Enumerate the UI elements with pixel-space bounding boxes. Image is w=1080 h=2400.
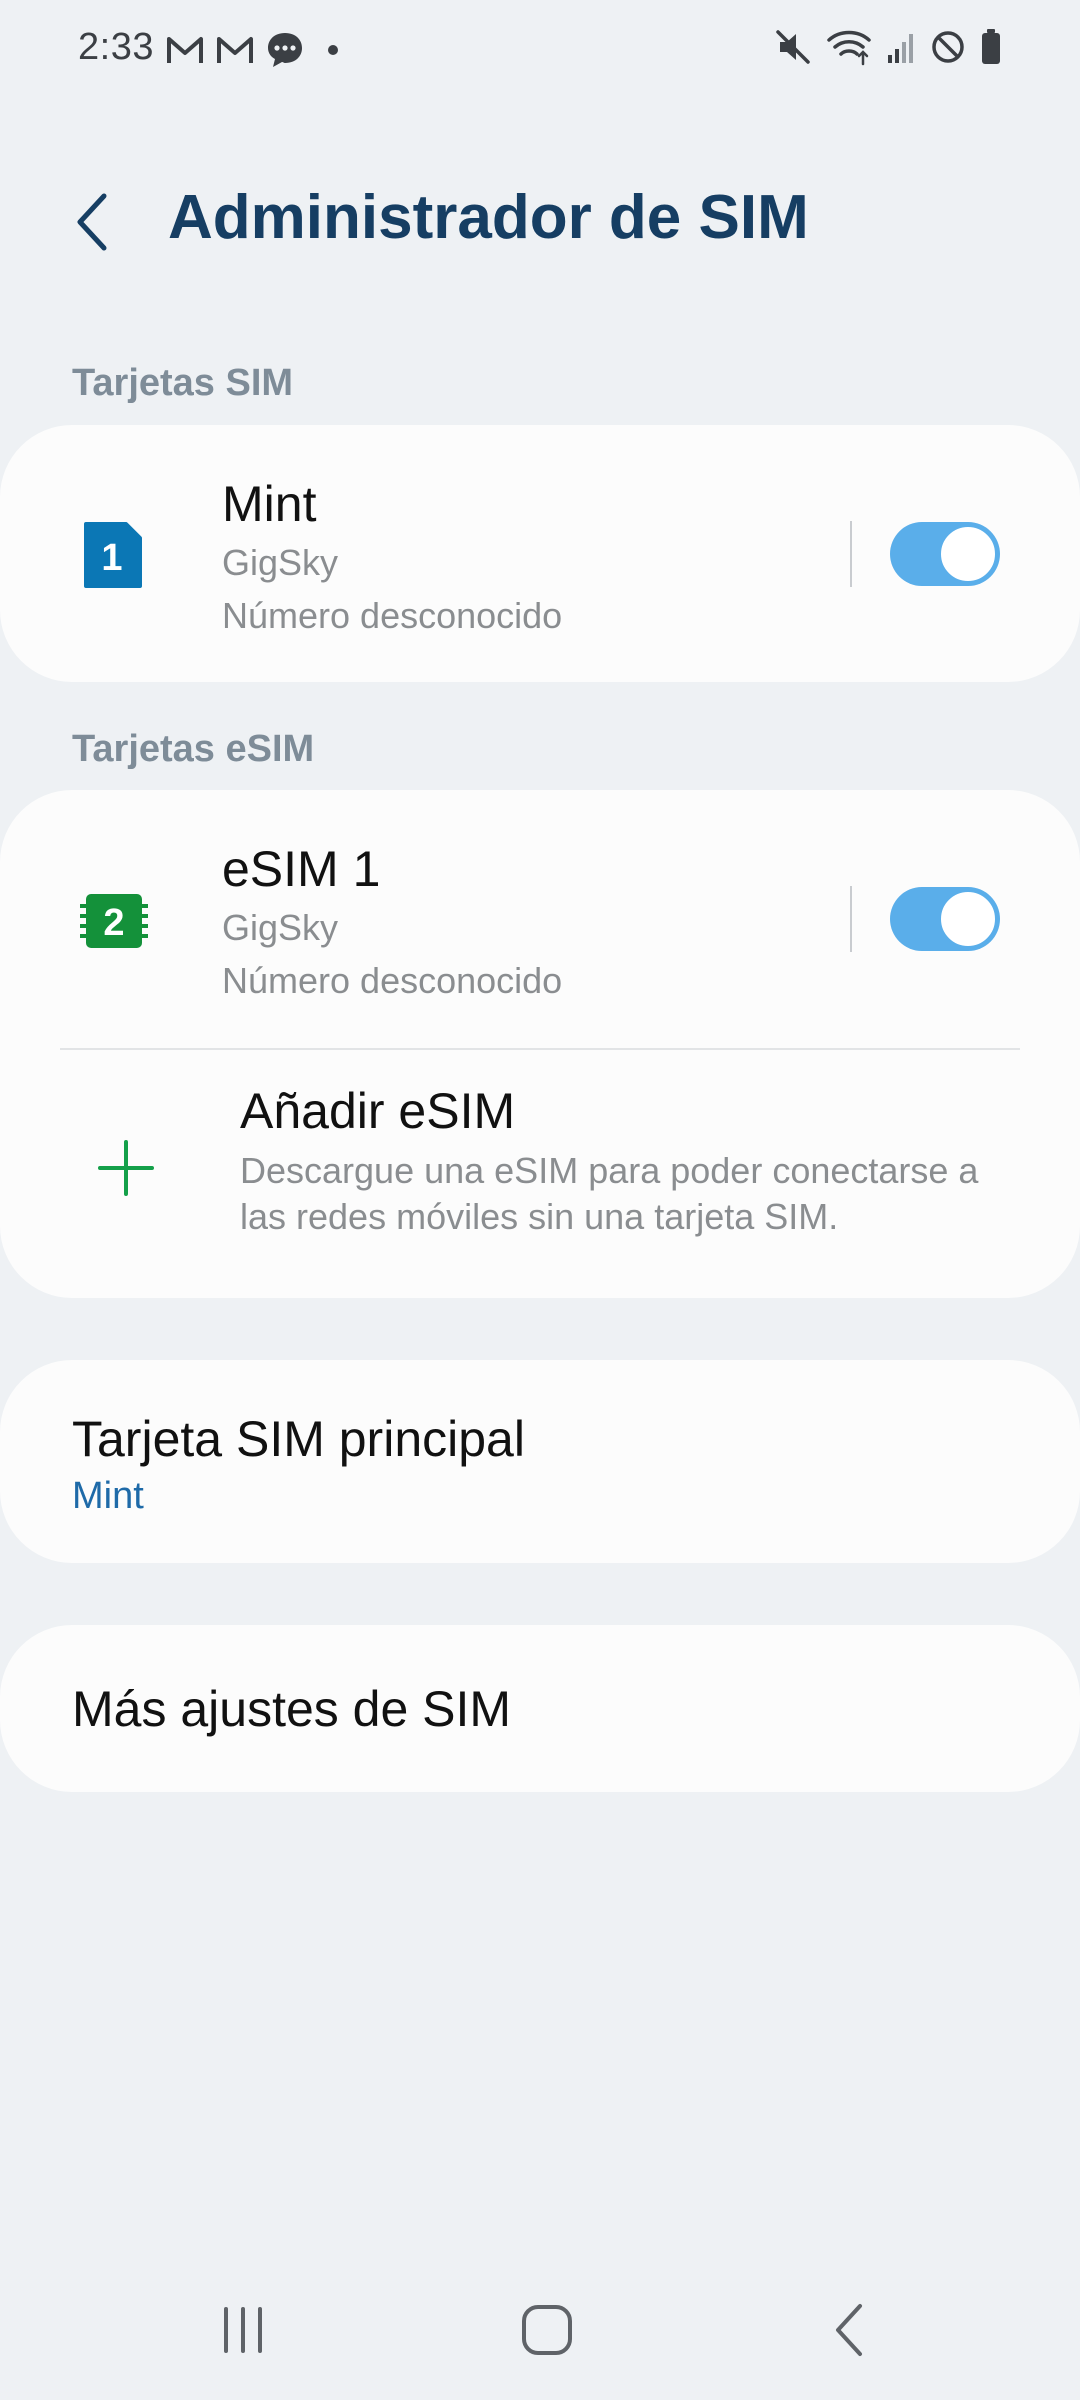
more-sim-settings-title: Más ajustes de SIM (72, 1681, 512, 1737)
primary-sim-item[interactable]: Tarjeta SIM principal Mint (0, 1360, 1080, 1563)
mute-icon (776, 30, 810, 64)
section-header-esim-cards: Tarjetas eSIM (72, 728, 315, 770)
add-esim-title: Añadir eSIM (240, 1083, 516, 1139)
sim-toggle-mint[interactable] (890, 522, 1000, 586)
esim-name: eSIM 1 (222, 841, 381, 897)
more-sim-settings-item[interactable]: Más ajustes de SIM (0, 1625, 1080, 1792)
signal-icon (888, 34, 913, 63)
plus-icon (98, 1140, 154, 1196)
esim-toggle-esim1[interactable] (890, 887, 1000, 951)
page-title: Administrador de SIM (168, 183, 809, 252)
primary-sim-value: Mint (72, 1475, 144, 1517)
sim-cards-card: 1 Mint GigSky Número desconocido (0, 425, 1080, 682)
esim-cards-card: 2 eSIM 1 GigSky Número desconocido Añadi… (0, 790, 1080, 1298)
system-status-icons (774, 28, 1002, 66)
nav-recents-button[interactable] (198, 2290, 288, 2370)
status-bar: 2:33 (0, 0, 1080, 100)
sim-carrier: GigSky (222, 542, 339, 583)
home-icon (522, 2305, 572, 2355)
message-icon (268, 33, 302, 67)
esim-carrier: GigSky (222, 907, 339, 948)
back-button[interactable] (62, 186, 122, 258)
section-header-sim-cards: Tarjetas SIM (72, 362, 294, 404)
toggle-knob (939, 890, 997, 948)
do-not-disturb-icon (932, 31, 964, 63)
primary-sim-title: Tarjeta SIM principal (72, 1411, 525, 1467)
recents-icon (224, 2307, 262, 2353)
screen: 2:33 Administrador de SIM Tarjetas SIM 1… (0, 0, 1080, 2400)
esim-item-esim1[interactable]: 2 eSIM 1 GigSky Número desconocido (0, 790, 1080, 1050)
divider (850, 886, 852, 952)
more-notifications-dot-icon (328, 45, 338, 55)
add-esim-description: Descargue una eSIM para poder conectarse… (240, 1150, 979, 1237)
sim-card-1-badge: 1 (101, 537, 122, 579)
esim-2-icon: 2 (80, 894, 148, 948)
toggle-knob (939, 525, 997, 583)
sim-card-1-icon: 1 (84, 522, 142, 588)
sim-number: Número desconocido (222, 595, 563, 636)
wifi-icon (827, 30, 871, 66)
gmail-icon-2 (217, 37, 253, 63)
divider (850, 521, 852, 587)
battery-icon (982, 29, 1000, 64)
sim-item-mint[interactable]: 1 Mint GigSky Número desconocido (0, 425, 1080, 685)
esim-badge: 2 (103, 902, 124, 944)
notification-icons (165, 30, 345, 70)
add-esim-button[interactable]: Añadir eSIM Descargue una eSIM para pode… (0, 1050, 1080, 1300)
back-arrow-icon (77, 193, 107, 251)
nav-back-icon (836, 2304, 862, 2356)
esim-number: Número desconocido (222, 960, 563, 1001)
sim-name: Mint (222, 476, 317, 532)
gmail-icon (167, 37, 203, 63)
nav-home-button[interactable] (502, 2290, 592, 2370)
nav-back-button[interactable] (805, 2290, 895, 2370)
status-time: 2:33 (78, 26, 154, 68)
